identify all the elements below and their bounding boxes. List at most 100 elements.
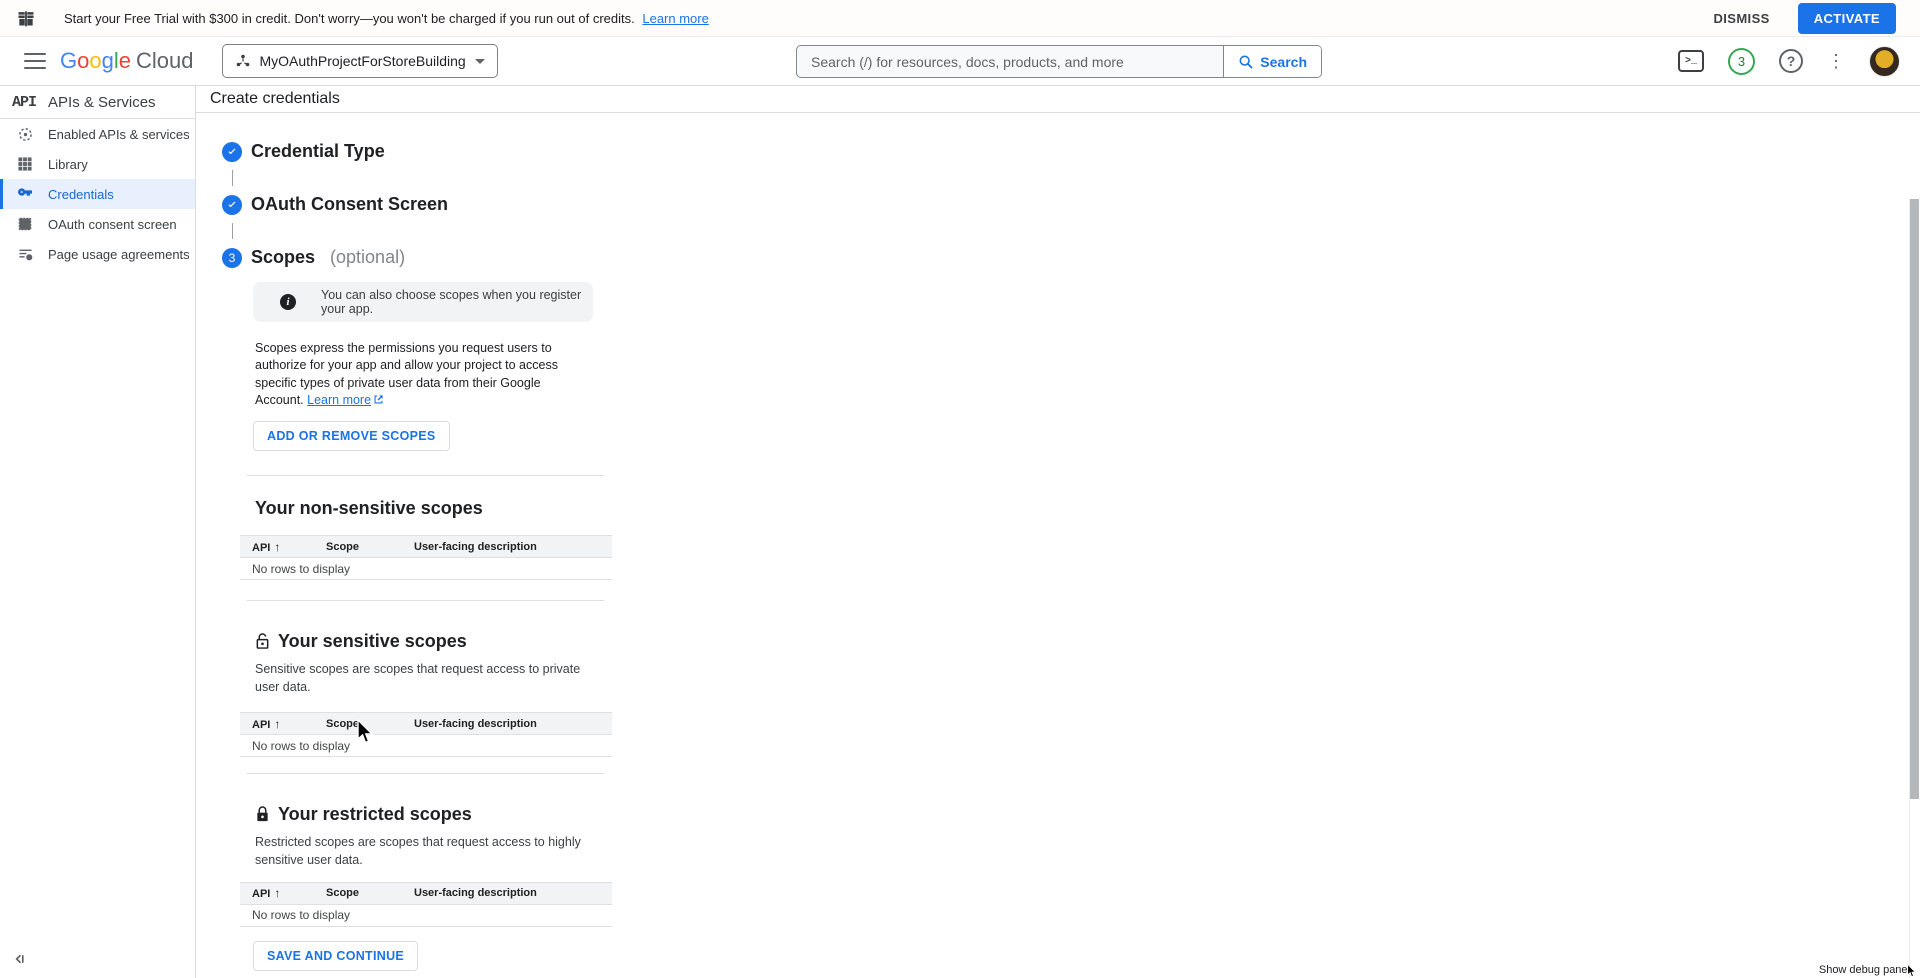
sidebar-item-credentials[interactable]: Credentials (0, 179, 195, 209)
secondary-cursor (1904, 964, 1920, 978)
sidebar-item-library[interactable]: Library (0, 149, 195, 179)
project-name: MyOAuthProjectForStoreBuilding (260, 53, 466, 69)
scrollbar-thumb[interactable] (1910, 199, 1919, 799)
logo-letter: g (102, 48, 114, 73)
mouse-cursor (355, 719, 377, 745)
gift-icon (16, 8, 36, 28)
logo-cloud-text: Cloud (136, 48, 193, 74)
logo-letter: o (89, 48, 101, 73)
column-label: API (252, 719, 270, 731)
save-and-continue-button[interactable]: SAVE AND CONTINUE (253, 941, 418, 971)
step-connector (232, 223, 233, 239)
api-logo: API (12, 94, 36, 111)
show-debug-panel-link[interactable]: Show debug panel (1819, 964, 1910, 976)
empty-row: No rows to display (240, 735, 612, 757)
non-sensitive-scopes-header: Your non-sensitive scopes (255, 498, 612, 519)
activate-button[interactable]: ACTIVATE (1798, 3, 1896, 34)
section-title: Your restricted scopes (278, 804, 472, 825)
vertical-scrollbar[interactable] (1909, 199, 1920, 978)
column-header-scope[interactable]: Scope (314, 882, 402, 904)
sort-ascending-icon: ↑ (274, 540, 280, 554)
search-bar: Search (796, 45, 1322, 78)
menu-icon[interactable] (24, 53, 46, 69)
sort-ascending-icon: ↑ (274, 886, 280, 900)
notifications-badge[interactable]: 3 (1728, 48, 1755, 75)
step-optional-label: (optional) (330, 247, 405, 268)
consent-screen-icon (17, 216, 33, 232)
page-title: Create credentials (210, 90, 340, 108)
column-header-description[interactable]: User-facing description (402, 882, 612, 904)
column-label: API (252, 542, 270, 554)
agreements-icon (17, 246, 33, 262)
step-title: Scopes (251, 247, 315, 268)
divider (247, 773, 604, 774)
step-title: Credential Type (251, 141, 385, 162)
top-bar: Google Cloud MyOAuthProjectForStoreBuild… (0, 37, 1920, 86)
step-number-icon: 3 (222, 248, 242, 268)
sidebar-title: APIs & Services (48, 94, 156, 111)
column-header-description[interactable]: User-facing description (402, 713, 612, 735)
sort-ascending-icon: ↑ (274, 717, 280, 731)
search-input[interactable] (797, 46, 1223, 77)
section-title: Your non-sensitive scopes (255, 498, 483, 519)
add-or-remove-scopes-button[interactable]: ADD OR REMOVE SCOPES (253, 421, 450, 451)
restricted-scopes-header: Your restricted scopes (255, 804, 612, 825)
column-header-api[interactable]: API ↑ (240, 536, 314, 558)
search-button-label: Search (1260, 54, 1307, 70)
non-sensitive-scopes-table: API ↑ Scope User-facing description No ro… (240, 535, 612, 580)
sidebar: API APIs & Services Enabled APIs & servi… (0, 86, 196, 978)
column-header-api[interactable]: API ↑ (240, 713, 314, 735)
divider (247, 475, 604, 476)
scopes-description-text: Scopes express the permissions you reque… (255, 341, 558, 407)
key-icon (17, 186, 33, 202)
column-header-api[interactable]: API↑ (240, 882, 314, 904)
empty-row: No rows to display (240, 558, 612, 580)
help-icon[interactable]: ? (1779, 49, 1803, 73)
learn-more-link[interactable]: Learn more (307, 393, 384, 407)
collapse-panel-icon[interactable] (12, 952, 27, 966)
sidebar-item-oauth-consent[interactable]: OAuth consent screen (0, 209, 195, 239)
learn-more-label: Learn more (307, 393, 371, 407)
step-oauth-consent: OAuth Consent Screen (222, 194, 1920, 215)
dismiss-button[interactable]: DISMISS (1713, 11, 1769, 26)
logo-letter: e (119, 48, 131, 73)
search-icon (1238, 54, 1254, 70)
banner-message: Start your Free Trial with $300 in credi… (64, 11, 635, 26)
sidebar-item-label: Library (48, 157, 88, 172)
section-title: Your sensitive scopes (278, 631, 467, 652)
google-cloud-logo[interactable]: Google Cloud (60, 48, 194, 74)
dashboard-icon (17, 126, 33, 142)
cloud-shell-icon[interactable]: >_ (1678, 50, 1704, 72)
free-trial-banner: Start your Free Trial with $300 in credi… (0, 0, 1920, 37)
scopes-description: Scopes express the permissions you reque… (255, 340, 591, 409)
sidebar-item-label: Page usage agreements (48, 247, 190, 262)
column-header-scope[interactable]: Scope (314, 536, 402, 558)
chevron-down-icon (475, 59, 485, 64)
sensitive-scopes-table: API↑ Scope User-facing description No ro… (240, 712, 612, 757)
step-done-icon (222, 142, 242, 162)
info-text: You can also choose scopes when you regi… (321, 288, 593, 316)
avatar[interactable] (1869, 46, 1900, 77)
main-content: Create credentials Credential Type OAuth… (196, 86, 1920, 978)
project-selector[interactable]: MyOAuthProjectForStoreBuilding (222, 44, 498, 78)
project-icon (235, 53, 251, 69)
logo-letter: G (60, 48, 77, 73)
banner-learn-more-link[interactable]: Learn more (642, 11, 708, 26)
column-label: User-facing description (414, 541, 537, 553)
column-label: Scope (326, 541, 359, 553)
section-description: Sensitive scopes are scopes that request… (255, 660, 595, 696)
column-header-description[interactable]: User-facing description (402, 536, 612, 558)
sidebar-item-enabled-apis[interactable]: Enabled APIs & services (0, 119, 195, 149)
more-options-icon[interactable]: ⋮ (1827, 52, 1845, 70)
column-label: User-facing description (414, 718, 537, 730)
sidebar-item-page-usage[interactable]: Page usage agreements (0, 239, 195, 269)
restricted-scopes-table: API↑ Scope User-facing description No ro… (240, 882, 612, 927)
step-done-icon (222, 195, 242, 215)
banner-text: Start your Free Trial with $300 in credi… (64, 11, 709, 26)
step-connector (232, 170, 233, 186)
empty-row: No rows to display (240, 904, 612, 926)
sidebar-item-label: OAuth consent screen (48, 217, 177, 232)
divider (247, 600, 604, 601)
search-button[interactable]: Search (1223, 46, 1321, 77)
sensitive-scopes-header: Your sensitive scopes (255, 631, 612, 652)
